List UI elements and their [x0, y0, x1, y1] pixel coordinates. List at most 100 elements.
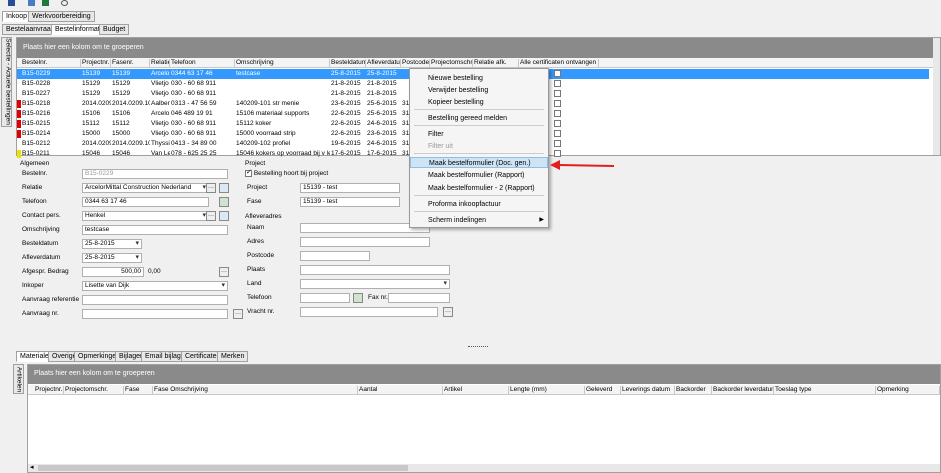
col-telefoon[interactable]: Telefoon	[170, 59, 235, 68]
land-select[interactable]	[300, 279, 450, 289]
col-relatie[interactable]: Relatie	[150, 59, 170, 68]
afleverdatum-picker[interactable]: 25-8-2015	[82, 253, 142, 263]
col-projectomschr[interactable]: Projectomschr.	[430, 59, 473, 68]
relatie-browse-button[interactable]: ···	[206, 183, 216, 193]
vracht-browse-button[interactable]: ···	[443, 307, 453, 317]
contact-select[interactable]: Henkel	[82, 211, 209, 221]
bestelnr-field[interactable]: B15-0229	[82, 169, 228, 179]
col-certificaten[interactable]: Alle certificaten ontvangen	[519, 59, 599, 68]
articles-group-bar[interactable]: Plaats hier een kolom om te groeperen	[28, 365, 940, 384]
fase-field[interactable]: 15139 - test	[300, 197, 400, 207]
menu-item-maak-bestelformulier-doc-gen[interactable]: Maak bestelformulier (Doc. gen.)	[410, 157, 548, 168]
aflever-telefoon-field[interactable]	[300, 293, 350, 303]
tab-budget[interactable]: Budget	[99, 24, 130, 35]
certificaten-checkbox[interactable]	[554, 110, 561, 117]
menu-item-nieuwe-bestelling[interactable]: Nieuwe bestelling	[410, 73, 548, 84]
plaats-field[interactable]	[300, 265, 450, 275]
aflever-phone-icon[interactable]	[353, 293, 363, 303]
cell-ad: 24-6-2015	[367, 120, 397, 127]
certificaten-checkbox[interactable]	[554, 130, 561, 137]
col-relatie-afk[interactable]: Relatie afk.	[473, 59, 519, 68]
certificaten-checkbox[interactable]	[554, 90, 561, 97]
grid-scrollbar[interactable]	[933, 38, 940, 155]
col-omschrijving[interactable]: Omschrijving	[235, 59, 330, 68]
cell-proj: 2014.0209	[82, 140, 111, 147]
cell-oms: 140209-101 str menie	[236, 100, 300, 107]
acol-projectnr[interactable]: Projectnr.	[34, 386, 64, 395]
grid-icon[interactable]	[28, 0, 35, 6]
project-field[interactable]: 15139 - test	[300, 183, 400, 193]
vracht-field[interactable]	[300, 307, 438, 317]
aanvraag-nr-field[interactable]	[82, 309, 228, 319]
telefoon-field[interactable]: 0344 63 17 46	[82, 197, 209, 207]
menu-item-maak-bestelformulier-2-rapport[interactable]: Maak bestelformulier - 2 (Rapport)	[410, 183, 548, 194]
certificaten-checkbox[interactable]	[554, 80, 561, 87]
certificaten-checkbox[interactable]	[554, 140, 561, 147]
refresh-icon[interactable]	[61, 0, 68, 6]
acol-toeslag-type[interactable]: Toeslag type	[774, 386, 876, 395]
phone-icon[interactable]	[219, 197, 229, 207]
menu-item-proforma-inkoopfactuur[interactable]: Proforma inkoopfactuur	[410, 199, 548, 210]
menu-item-maak-bestelformulier-rapport[interactable]: Maak bestelformulier (Rapport)	[410, 170, 548, 181]
save-icon[interactable]	[8, 0, 15, 6]
bedrag-browse-button[interactable]: ···	[219, 267, 229, 277]
tab-merken[interactable]: Merken	[217, 351, 249, 362]
side-tab-artikelen[interactable]: Artikelen	[13, 364, 24, 394]
scroll-left-icon[interactable]: ◂	[30, 463, 34, 471]
col-projectnr[interactable]: Projectnr.	[81, 59, 111, 68]
contact-browse-button[interactable]: ···	[206, 211, 216, 221]
col-postcode[interactable]: Postcode	[401, 59, 430, 68]
acol-projectomschr[interactable]: Projectomschr.	[64, 386, 124, 395]
acol-fase[interactable]: Fase	[124, 386, 153, 395]
contact-card-icon[interactable]	[219, 211, 229, 221]
excel-icon[interactable]	[42, 0, 49, 6]
omschrijving-field[interactable]: testcase	[82, 225, 228, 235]
group-bar[interactable]: Plaats hier een kolom om te groeperen	[17, 38, 940, 58]
scroll-thumb[interactable]	[38, 465, 408, 471]
acol-artikel[interactable]: Artikel	[443, 386, 509, 395]
menu-item-filter[interactable]: Filter	[410, 129, 548, 140]
cell-tel: 046 489 19 91	[171, 110, 213, 117]
acol-opmerking[interactable]: Opmerking	[876, 386, 940, 395]
col-besteldatum[interactable]: Besteldatum	[330, 59, 366, 68]
menu-item-bestelling-gereed-melden[interactable]: Bestelling gereed melden	[410, 113, 548, 124]
acol-backorder-leverdatum[interactable]: Backorder leverdatum	[712, 386, 774, 395]
fax-field[interactable]	[388, 293, 450, 303]
menu-item-verwijder-bestelling[interactable]: Verwijder bestelling	[410, 85, 548, 96]
aanvraag-ref-field[interactable]	[82, 295, 228, 305]
acol-leverings-datum[interactable]: Leverings datum	[621, 386, 675, 395]
col-bestelnr[interactable]: Bestelnr.	[21, 59, 81, 68]
acol-backorder[interactable]: Backorder	[675, 386, 712, 395]
acol-geleverd[interactable]: Geleverd	[585, 386, 621, 395]
col-fasenr[interactable]: Fasenr.	[111, 59, 150, 68]
acol-fase-omschrijving[interactable]: Fase Omschrijving	[153, 386, 358, 395]
besteldatum-picker[interactable]: 25-8-2015	[82, 239, 142, 249]
acol-aantal[interactable]: Aantal	[358, 386, 443, 395]
inkoper-select[interactable]: Lisette van Dijk	[82, 281, 228, 291]
tab-inkoop[interactable]: Inkoop	[2, 11, 32, 22]
cell-fase: 15139	[112, 70, 131, 77]
tab-werkvoorbereiding[interactable]: Werkvoorbereiding	[28, 11, 95, 22]
project-checkbox-row[interactable]: ✓ Bestelling hoort bij project	[245, 169, 328, 177]
bedrag-field[interactable]: 500,00	[82, 267, 144, 277]
menu-item-kopieer-bestelling[interactable]: Kopieer bestelling	[410, 97, 548, 108]
certificaten-checkbox[interactable]	[554, 100, 561, 107]
menu-item-scherm-indelingen[interactable]: Scherm indelingen	[410, 215, 548, 226]
project-checkbox[interactable]: ✓	[245, 169, 252, 177]
certificaten-checkbox[interactable]	[554, 70, 561, 77]
col-afleverdatum[interactable]: Afleverdatum	[366, 59, 401, 68]
side-tab-selectie[interactable]: Selectie - Actuele bestellingen	[1, 37, 12, 127]
adres-field[interactable]	[300, 237, 430, 247]
certificaten-checkbox[interactable]	[554, 120, 561, 127]
articles-hscrollbar[interactable]: ◂	[28, 464, 940, 472]
fax-label: Fax nr.	[368, 294, 388, 301]
cell-ad: 25-6-2015	[367, 110, 397, 117]
splitter-handle[interactable]	[468, 346, 488, 348]
relatie-card-icon[interactable]	[219, 183, 229, 193]
relatie-select[interactable]: ArcelorMittal Construction Nederland	[82, 183, 209, 193]
aanvraag-browse-button[interactable]: ···	[233, 309, 243, 319]
postcode-field[interactable]	[300, 251, 370, 261]
certificaten-checkbox[interactable]	[554, 150, 561, 157]
cell-ad: 25-6-2015	[367, 100, 397, 107]
acol-lengte[interactable]: Lengte (mm)	[509, 386, 585, 395]
